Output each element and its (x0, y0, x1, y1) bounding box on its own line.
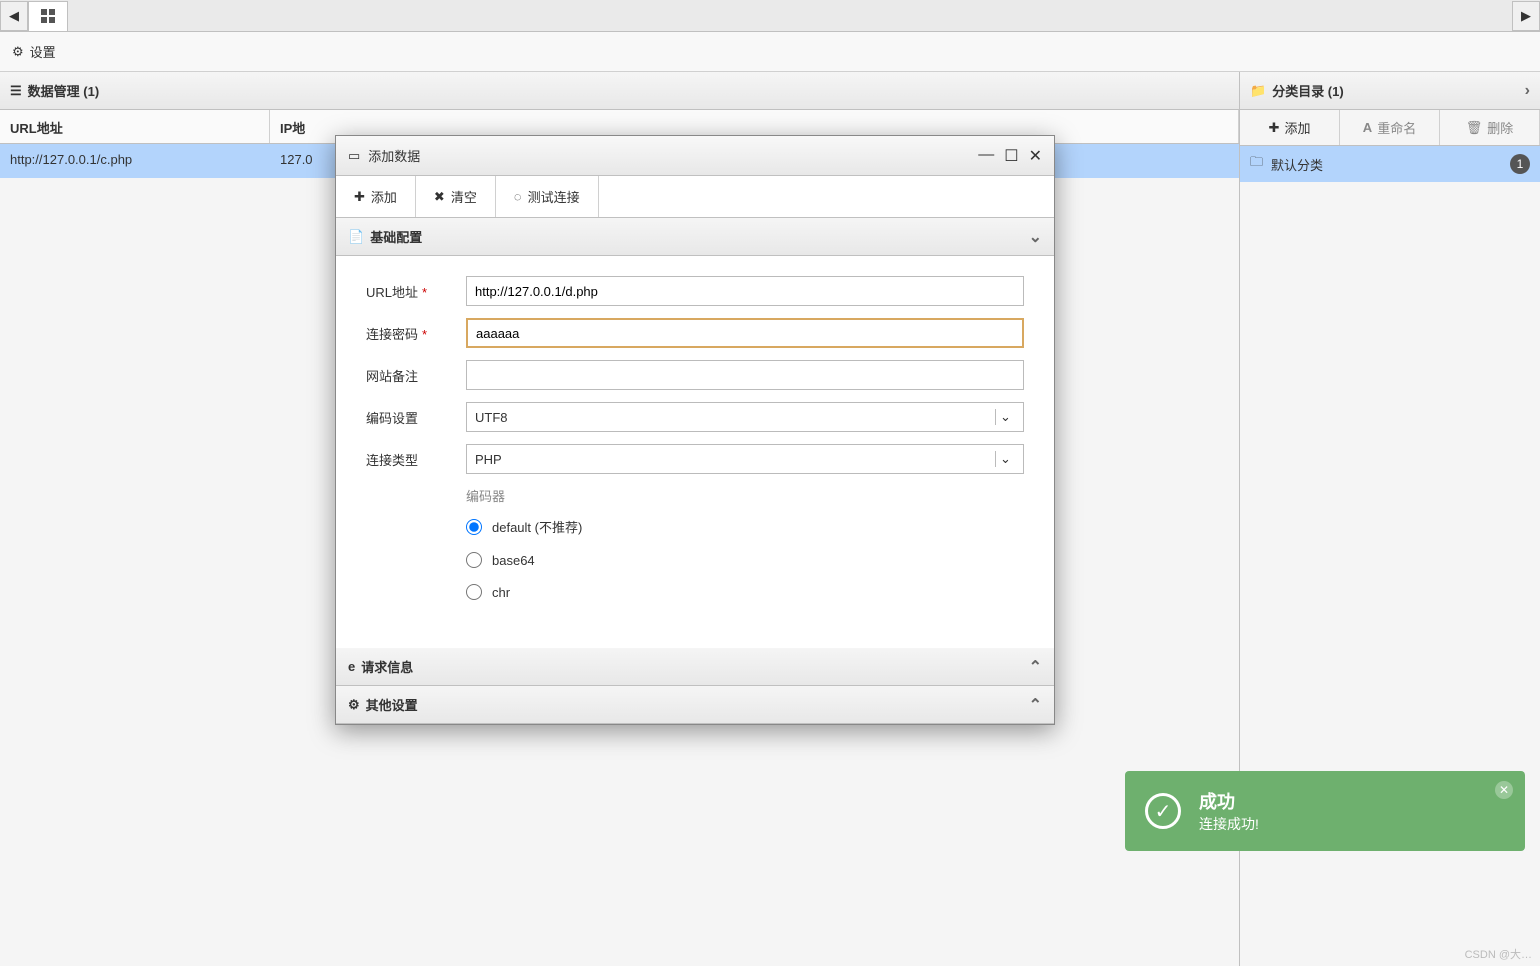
edge-icon: e (348, 659, 355, 674)
x-icon: ✖ (434, 189, 445, 205)
add-category-label: 添加 (1284, 118, 1310, 137)
type-value: PHP (475, 452, 502, 467)
encoder-label-base64: base64 (492, 553, 535, 568)
rename-category-button[interactable]: A 重命名 (1340, 110, 1440, 145)
rename-category-label: 重命名 (1377, 118, 1416, 137)
password-input[interactable] (466, 318, 1024, 348)
chevron-down-icon: ⌄ (995, 451, 1015, 467)
category-item[interactable]: 🗀 默认分类 1 (1240, 146, 1540, 182)
delete-category-button[interactable]: 🗑 删除 (1440, 110, 1540, 145)
section-request-label: 请求信息 (361, 657, 413, 676)
chevron-up-icon: ⌃ (1029, 695, 1042, 715)
category-panel-title: 分类目录 (1) (1272, 81, 1344, 100)
password-label: 连接密码* (366, 324, 466, 343)
modal-toolbar: ✚ 添加 ✖ 清空 ◌ 测试连接 (336, 176, 1054, 218)
watermark: CSDN @大… (1465, 946, 1532, 962)
category-count-badge: 1 (1510, 154, 1530, 174)
grid-icon (40, 8, 56, 24)
minimize-button[interactable]: — (978, 146, 994, 166)
list-icon: ☰ (10, 83, 22, 99)
section-basic-label: 基础配置 (370, 227, 422, 246)
modal-add-button[interactable]: ✚ 添加 (336, 176, 416, 217)
url-input[interactable] (466, 276, 1024, 306)
tab-nav-left[interactable]: ◀ (0, 1, 28, 31)
encoder-option-default[interactable]: default (不推荐) (466, 517, 1024, 536)
type-select[interactable]: PHP ⌄ (466, 444, 1024, 474)
encoder-radio-chr[interactable] (466, 584, 482, 600)
folder-open-icon: 🗀 (1250, 153, 1263, 175)
encoder-label-default: default (不推荐) (492, 517, 582, 536)
window-icon: ▭ (348, 148, 360, 164)
settings-bar[interactable]: ⚙ 设置 (0, 32, 1540, 72)
close-button[interactable]: ✕ (1029, 146, 1042, 166)
column-url[interactable]: URL地址 (0, 110, 270, 143)
settings-label: 设置 (30, 42, 56, 61)
font-icon: A (1363, 120, 1372, 135)
toast-close-button[interactable]: ✕ (1495, 781, 1513, 799)
plus-icon: ✚ (1269, 120, 1280, 136)
modal-test-label: 测试连接 (528, 187, 580, 206)
category-item-label: 默认分类 (1271, 155, 1323, 174)
section-other-label: 其他设置 (366, 695, 418, 714)
maximize-button[interactable]: ☐ (1004, 146, 1018, 166)
chevron-down-icon: ⌄ (995, 409, 1015, 425)
note-input[interactable] (466, 360, 1024, 390)
check-circle-icon: ✓ (1145, 793, 1181, 829)
encoder-option-chr[interactable]: chr (466, 584, 1024, 600)
folder-icon: 📁 (1250, 83, 1266, 99)
section-basic-header[interactable]: 📄 基础配置 ⌄ (336, 218, 1054, 256)
chevron-up-icon: ⌃ (1029, 657, 1042, 677)
chevron-right-icon: › (1525, 82, 1530, 100)
trash-icon: 🗑 (1466, 120, 1483, 136)
chevron-down-icon: ⌄ (1029, 227, 1042, 247)
encoding-select[interactable]: UTF8 ⌄ (466, 402, 1024, 432)
toast-title: 成功 (1199, 788, 1259, 814)
encoder-option-base64[interactable]: base64 (466, 552, 1024, 568)
tab-nav-right[interactable]: ▶ (1512, 1, 1540, 31)
section-other-header[interactable]: ⚙ 其他设置 ⌃ (336, 686, 1054, 724)
encoding-label: 编码设置 (366, 408, 466, 427)
form-body: URL地址* 连接密码* 网站备注 编码设置 UTF8 ⌄ 连接类型 PHP ⌄… (336, 256, 1054, 648)
gears-icon: ⚙ (348, 697, 360, 713)
encoder-label-chr: chr (492, 585, 510, 600)
toast-message: 连接成功! (1199, 814, 1259, 834)
modal-clear-label: 清空 (451, 187, 477, 206)
add-category-button[interactable]: ✚ 添加 (1240, 110, 1340, 145)
success-toast: ✓ 成功 连接成功! ✕ (1125, 771, 1525, 851)
url-label: URL地址* (366, 282, 466, 301)
category-panel-header[interactable]: 📁 分类目录 (1) › (1240, 72, 1540, 110)
modal-test-button[interactable]: ◌ 测试连接 (496, 176, 599, 217)
plus-circle-icon: ✚ (354, 189, 365, 205)
encoding-value: UTF8 (475, 410, 508, 425)
type-label: 连接类型 (366, 450, 466, 469)
modal-clear-button[interactable]: ✖ 清空 (416, 176, 496, 217)
tab-home[interactable] (28, 1, 68, 31)
modal-titlebar[interactable]: ▭ 添加数据 — ☐ ✕ (336, 136, 1054, 176)
category-toolbar: ✚ 添加 A 重命名 🗑 删除 (1240, 110, 1540, 146)
delete-category-label: 删除 (1487, 118, 1513, 137)
spinner-icon: ◌ (514, 189, 522, 204)
note-label: 网站备注 (366, 366, 466, 385)
encoder-group-label: 编码器 (466, 486, 1024, 505)
encoder-radio-base64[interactable] (466, 552, 482, 568)
encoder-radio-default[interactable] (466, 519, 482, 535)
section-request-header[interactable]: e 请求信息 ⌃ (336, 648, 1054, 686)
tab-bar: ◀ ▶ (0, 0, 1540, 32)
modal-add-label: 添加 (371, 187, 397, 206)
file-icon: 📄 (348, 229, 364, 245)
gear-icon: ⚙ (12, 44, 24, 60)
modal-title-text: 添加数据 (368, 146, 420, 165)
add-data-modal: ▭ 添加数据 — ☐ ✕ ✚ 添加 ✖ 清空 ◌ 测试连接 📄 基础配置 ⌄ U… (335, 135, 1055, 725)
data-panel-title: 数据管理 (1) (28, 81, 100, 100)
cell-url: http://127.0.0.1/c.php (0, 144, 270, 178)
data-panel-header[interactable]: ☰ 数据管理 (1) (0, 72, 1239, 110)
